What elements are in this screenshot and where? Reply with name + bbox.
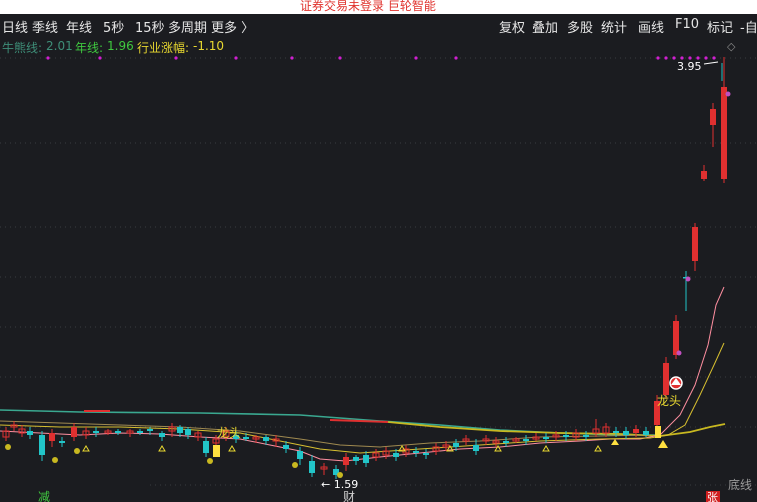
candle-body [185,429,191,435]
candle-body [71,427,77,437]
banner-text: 证券交易未登录 巨轮智能 [300,0,436,13]
candle-body [363,455,369,463]
candle-body [503,441,509,443]
mark-button[interactable]: 标记 [707,17,733,36]
candle-body [663,363,669,395]
bottom-line-label: 底线 [728,477,752,492]
candle-body [523,439,529,441]
candle-body [613,431,619,433]
dragon-head-tag-1: 龙头 [217,426,241,440]
signal-triangle [594,445,602,452]
tab-quarterly[interactable]: 季线 [32,17,58,36]
tab-multi-period[interactable]: 多周期 [168,17,207,36]
status-banner: 证券交易未登录 巨轮智能 [0,0,757,14]
multi-stock-button[interactable]: 多股 [567,17,593,36]
overlay-button[interactable]: 叠加 [532,17,558,36]
candle-body [453,443,459,447]
candle-body [115,431,121,433]
auto-button[interactable]: -自 [740,17,757,36]
industry-change-value: -1.10 [193,39,225,53]
candle-body [297,451,303,459]
year-line-value: 1.96 [107,39,134,53]
candle-body [623,431,629,435]
bull-bear-label: 牛熊线: [2,41,43,55]
high-price-label: 3.95 [677,60,702,73]
candles [2,57,727,479]
stats-button[interactable]: 统计 [601,17,627,36]
rise-marker: 张 [707,491,718,502]
dragon-head-tag-2: 龙头 [657,394,681,408]
candle-body [673,321,679,355]
candle-body [39,435,45,455]
candle-body [93,431,99,433]
candle-body [137,431,143,433]
candle-body [203,441,209,453]
candle-body [413,451,419,453]
tab-yearly[interactable]: 年线 [66,17,92,36]
candle-body [701,171,707,179]
finance-marker: 财 [343,490,355,502]
signal-triangle [158,445,166,452]
f10-button[interactable]: F10 [675,17,699,32]
high-arrow [703,61,719,65]
candle-body [343,457,349,465]
candle-body [473,445,479,451]
kline-chart[interactable]: 3.95 ← 1.59 龙头 龙头 减 财 张 底线 [0,55,757,502]
candle-body [309,461,315,473]
candle-body [721,87,727,179]
indicator-row: 牛熊线: 2.01 年线: 1.96 行业涨幅: -1.10 [0,37,757,55]
candle-body [159,433,165,437]
tab-5s[interactable]: 5秒 [103,17,124,36]
year-line-label: 年线: [75,41,104,55]
signal-triangle [82,445,90,452]
bull-bear-value: 2.01 [46,39,73,53]
candle-body [423,453,429,455]
tab-15s[interactable]: 15秒 [135,17,165,36]
candle-body [393,453,399,457]
signal-triangle [228,445,236,452]
candle-body [563,435,569,437]
candle-body [177,427,183,433]
candle-body [710,109,716,125]
candle-body [353,457,359,461]
candle-body [147,429,153,431]
candle-body [49,433,55,441]
more-menu[interactable]: 更多 〉 [211,17,254,36]
candle-body [643,431,649,435]
candle-body [583,435,589,437]
candle-body [27,431,33,435]
reduce-marker: 减 [38,490,50,502]
diamond-icon[interactable]: ◇ [727,40,735,53]
candle-body [283,445,289,449]
adjust-button[interactable]: 复权 [499,17,525,36]
signal-triangle [542,445,550,452]
candle-body [692,227,698,261]
industry-change-label: 行业涨幅: [137,41,190,55]
candle-body [633,429,639,433]
candle-body [543,437,549,439]
candle-body [243,437,249,439]
candle-body [59,441,65,443]
candle-body [263,437,269,441]
draw-line-button[interactable]: 画线 [638,17,664,36]
ma-yellow-line [0,342,725,454]
tab-daily[interactable]: 日线 [2,17,28,36]
